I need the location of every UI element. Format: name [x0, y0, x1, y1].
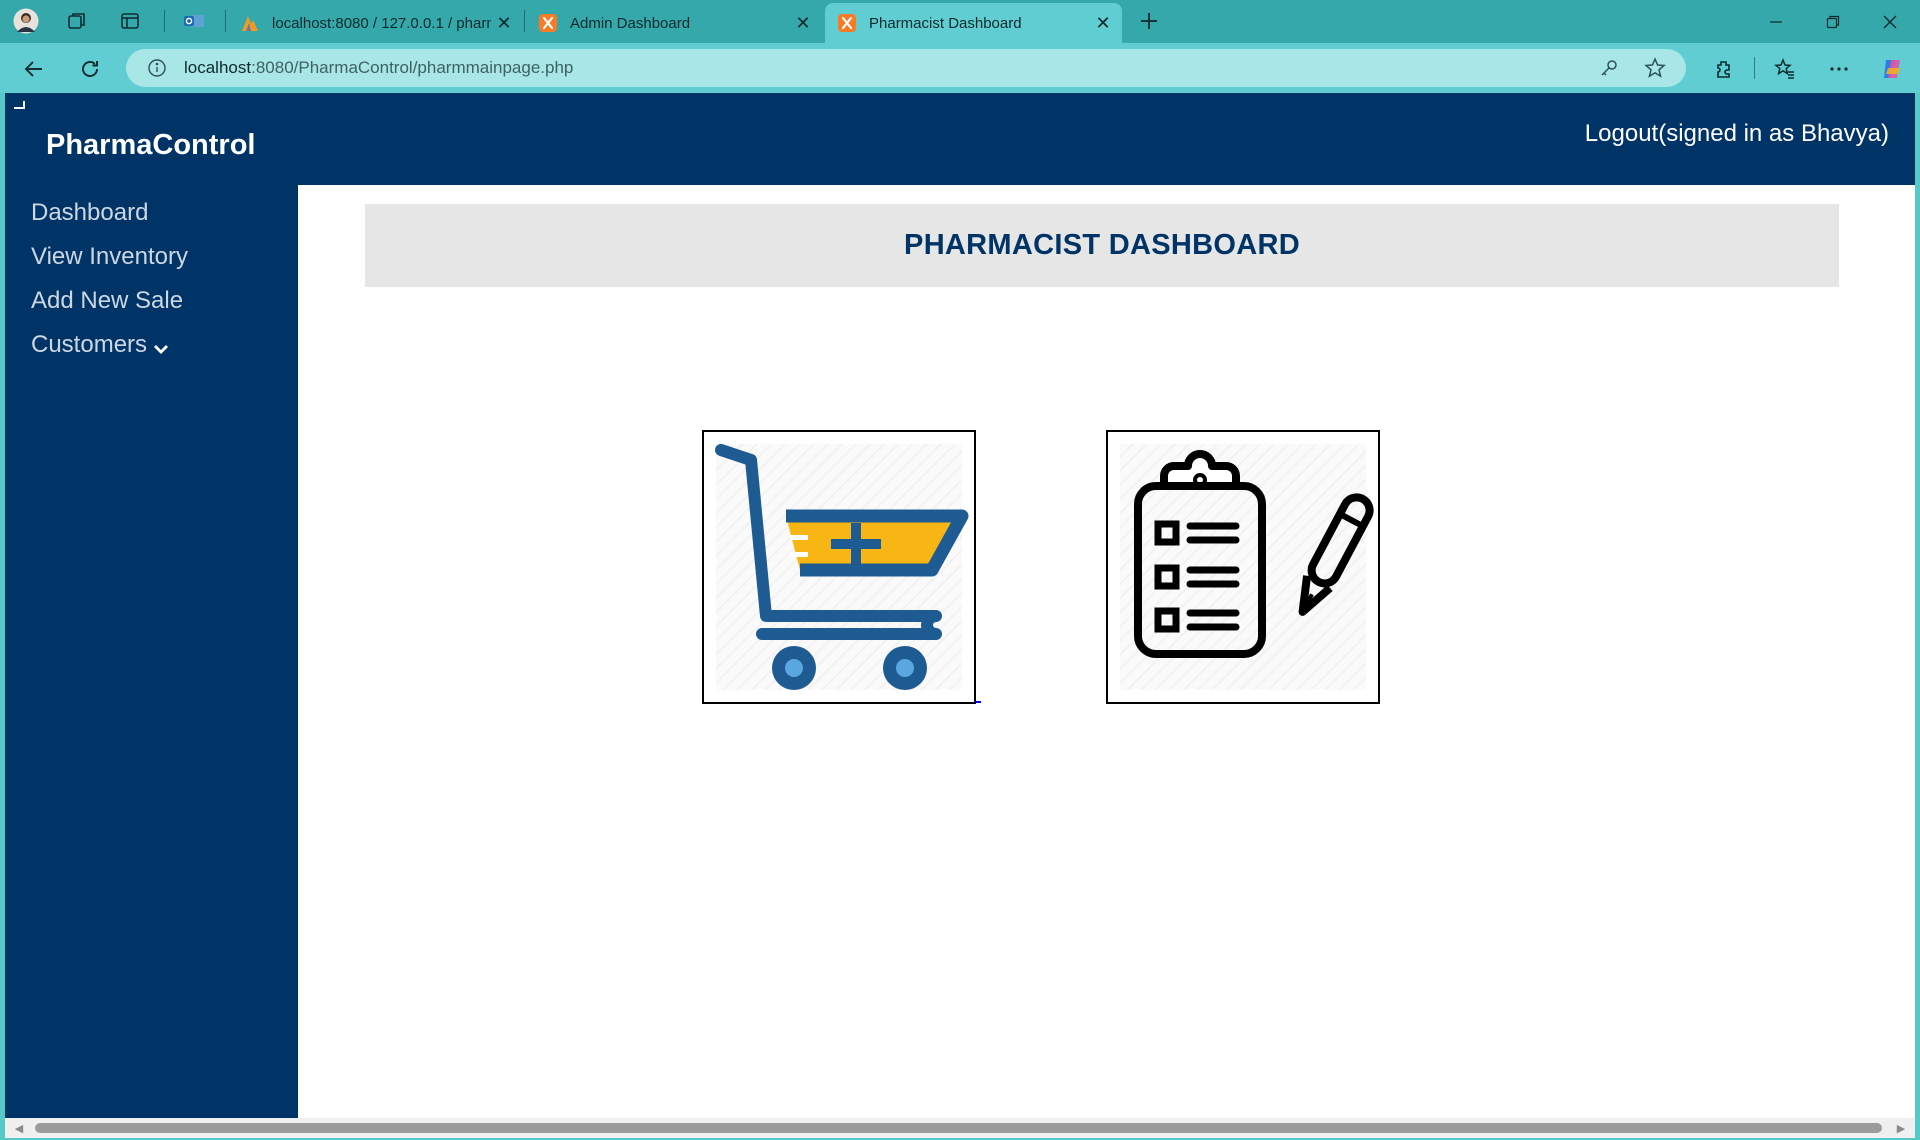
- tab-separator: [164, 10, 165, 32]
- sidebar-item-view-inventory[interactable]: View Inventory: [31, 243, 188, 271]
- browser-toolbar: localhost:8080/PharmaControl/pharmmainpa…: [0, 43, 1920, 93]
- main-content: PHARMACIST DASHBOARD: [298, 185, 1915, 1118]
- minimize-icon[interactable]: [1748, 0, 1804, 43]
- favorite-star-icon[interactable]: [1640, 53, 1670, 83]
- tab-pharmacist-dashboard[interactable]: Pharmacist Dashboard ✕: [825, 3, 1122, 43]
- xampp-icon: [837, 13, 857, 33]
- phpmyadmin-icon: [240, 13, 260, 33]
- more-options-icon[interactable]: [1822, 52, 1856, 86]
- site-info-icon[interactable]: [146, 57, 168, 79]
- url-text[interactable]: localhost:8080/PharmaControl/pharmmainpa…: [184, 58, 1594, 78]
- new-tab-icon[interactable]: [1136, 8, 1162, 34]
- scroll-left-icon[interactable]: ◀: [11, 1120, 27, 1136]
- close-tab-icon[interactable]: ✕: [790, 10, 816, 36]
- back-icon[interactable]: [17, 52, 51, 86]
- tab-phpmyadmin[interactable]: localhost:8080 / 127.0.0.1 / pharm ✕: [228, 3, 523, 43]
- scroll-right-icon[interactable]: ▶: [1893, 1120, 1909, 1136]
- address-bar[interactable]: localhost:8080/PharmaControl/pharmmainpa…: [126, 49, 1686, 87]
- extensions-icon[interactable]: [1707, 52, 1741, 86]
- workspaces-icon[interactable]: [64, 8, 90, 34]
- logout-link[interactable]: Logout(signed in as Bhavya): [1585, 120, 1889, 148]
- copilot-icon[interactable]: [1876, 52, 1910, 86]
- toolbar-separator: [1754, 57, 1755, 79]
- inventory-tile[interactable]: [1106, 430, 1380, 704]
- page-viewport: PharmaControl Logout(signed in as Bhavya…: [5, 93, 1915, 1138]
- close-window-icon[interactable]: [1862, 0, 1918, 43]
- restore-icon[interactable]: [1805, 0, 1861, 43]
- cart-plus-icon: [715, 444, 969, 690]
- password-key-icon[interactable]: [1594, 53, 1624, 83]
- scrollbar-thumb[interactable]: [35, 1123, 1882, 1133]
- close-tab-icon[interactable]: ✕: [491, 10, 517, 36]
- tab-title: Pharmacist Dashboard: [869, 14, 1022, 32]
- sidebar-item-label: Customers: [31, 331, 148, 358]
- link-underline: [975, 701, 981, 703]
- site-header: PharmaControl Logout(signed in as Bhavya…: [5, 93, 1915, 185]
- tab-admin-dashboard[interactable]: Admin Dashboard ✕: [526, 3, 822, 43]
- corner-mark: [14, 101, 25, 109]
- brand-title[interactable]: PharmaControl: [46, 129, 255, 162]
- sidebar-item-label: View Inventory: [31, 243, 188, 270]
- sidebar-item-label: Add New Sale: [31, 287, 184, 314]
- tab-actions-icon[interactable]: [117, 8, 143, 34]
- sidebar: Dashboard View Inventory Add New Sale Cu…: [5, 185, 298, 1118]
- xampp-icon: [538, 13, 558, 33]
- add-sale-tile[interactable]: [702, 430, 976, 704]
- refresh-icon[interactable]: [73, 52, 107, 86]
- tab-separator: [524, 10, 525, 32]
- profile-avatar-icon[interactable]: [13, 8, 39, 34]
- dashboard-header: PHARMACIST DASHBOARD: [365, 204, 1839, 287]
- outlook-tab-icon[interactable]: [181, 8, 207, 34]
- sidebar-item-dashboard[interactable]: Dashboard: [31, 199, 148, 227]
- chevron-down-icon: [153, 343, 169, 355]
- sidebar-item-label: Dashboard: [31, 199, 149, 226]
- clipboard-checklist-icon: [1134, 450, 1374, 658]
- tab-title: localhost:8080 / 127.0.0.1 / pharm: [272, 14, 491, 32]
- tab-separator: [225, 10, 226, 32]
- favorites-icon[interactable]: [1768, 52, 1802, 86]
- tab-title: Admin Dashboard: [570, 14, 691, 32]
- horizontal-scrollbar[interactable]: ◀ ▶: [5, 1118, 1915, 1138]
- url-path: :8080/PharmaControl/pharmmainpage.php: [251, 58, 574, 77]
- browser-tab-bar: localhost:8080 / 127.0.0.1 / pharm ✕ Adm…: [0, 0, 1920, 43]
- sidebar-item-customers[interactable]: Customers: [31, 331, 169, 359]
- close-tab-icon[interactable]: ✕: [1090, 10, 1116, 36]
- page-title: PHARMACIST DASHBOARD: [904, 229, 1300, 261]
- sidebar-item-add-new-sale[interactable]: Add New Sale: [31, 287, 183, 315]
- url-host: localhost: [184, 58, 252, 77]
